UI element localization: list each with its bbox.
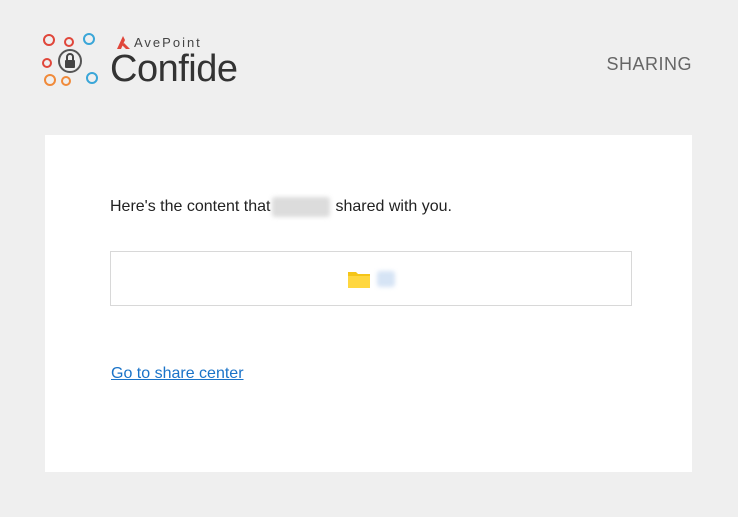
share-card: Here's the content that shared with you.… <box>45 135 692 472</box>
go-to-share-center-link[interactable]: Go to share center <box>111 365 244 383</box>
folder-icon <box>348 271 370 288</box>
section-label: SHARING <box>606 54 692 74</box>
share-message: Here's the content that shared with you. <box>110 197 452 217</box>
message-text-after: shared with you. <box>335 198 452 215</box>
redacted-item-name <box>377 270 395 287</box>
message-text-before: Here's the content that <box>110 198 271 215</box>
product-name: Confide <box>110 48 238 90</box>
shared-item[interactable] <box>110 251 632 306</box>
redacted-sender-name <box>272 197 331 217</box>
header: AvePoint Confide SHARING <box>0 0 738 135</box>
confide-logo-icon <box>42 33 98 86</box>
